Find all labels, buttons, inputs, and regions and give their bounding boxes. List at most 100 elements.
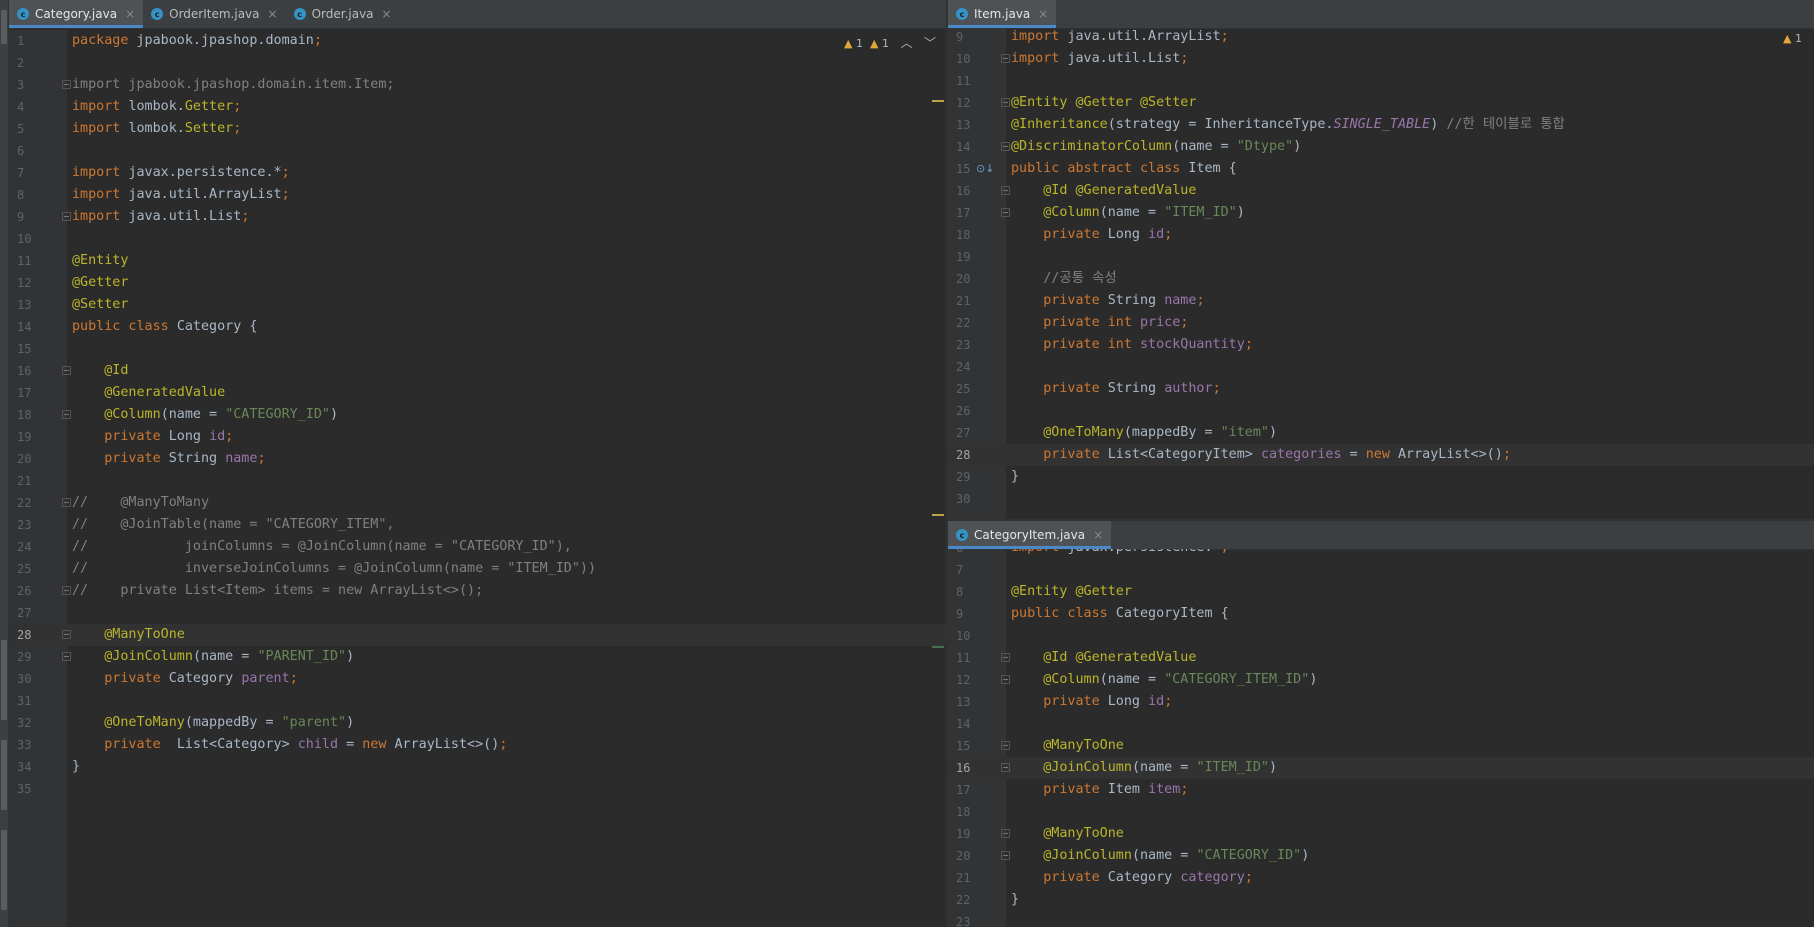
code-editor[interactable]: 1 package jpabook.jpashop.domain; 2 3 import… [9, 30, 946, 927]
code-line[interactable]: 15 @ManyToOne [948, 735, 1814, 757]
code-line[interactable]: 16 @JoinColumn(name = "ITEM_ID") [948, 757, 1814, 779]
code-line[interactable]: 16 @Id [9, 360, 946, 382]
fold-toggle-icon[interactable] [1001, 829, 1010, 838]
code-line[interactable]: 31 [9, 690, 946, 712]
code-line[interactable]: 4 import lombok.Getter; [9, 96, 946, 118]
code-line[interactable]: 25 // inverseJoinColumns = @JoinColumn(na… [9, 558, 946, 580]
code-line[interactable]: 17 @Column(name = "ITEM_ID") [948, 202, 1814, 224]
code-line[interactable]: 26 // private List<Item> items = new Arra… [9, 580, 946, 602]
code-line[interactable]: 26 [948, 400, 1814, 422]
code-line[interactable]: 29} [948, 466, 1814, 488]
error-stripe-warning[interactable] [932, 514, 944, 516]
code-line[interactable]: 15 [9, 338, 946, 360]
editor-tab[interactable]: c OrderItem.java × [143, 0, 285, 28]
code-line[interactable]: 13 @Setter [9, 294, 946, 316]
code-line[interactable]: 14 [948, 713, 1814, 735]
code-line[interactable]: 29 @JoinColumn(name = "PARENT_ID") [9, 646, 946, 668]
code-line[interactable]: 11 @Id @GeneratedValue [948, 647, 1814, 669]
code-line[interactable]: 22} [948, 889, 1814, 911]
fold-toggle-icon[interactable] [1001, 653, 1010, 662]
chevron-down-icon[interactable]: ﹀ [924, 36, 936, 50]
jpa-structure-tool-tab[interactable] [1, 830, 7, 910]
code-line[interactable]: 11 [948, 70, 1814, 92]
code-line[interactable]: 15 public abstract class Item { [948, 158, 1814, 180]
code-editor[interactable]: 9 import java.util.ArrayList; 10 import jav… [948, 28, 1814, 519]
code-line[interactable]: 23 // @JoinTable(name = "CATEGORY_ITEM", [9, 514, 946, 536]
favorites-tool-tab[interactable] [1, 740, 7, 810]
code-line[interactable]: 2 [9, 52, 946, 74]
code-line[interactable]: 6 [9, 140, 946, 162]
code-line[interactable]: 23 [948, 911, 1814, 927]
code-editor[interactable]: 6 import javax.persistence.*; 7 8 @Entity @G… [948, 549, 1814, 927]
code-line[interactable]: 17 @GeneratedValue [9, 382, 946, 404]
overridden-method-icon[interactable]: ⊙↓ [976, 162, 994, 176]
code-line[interactable]: 28 private List<CategoryItem> categories… [948, 444, 1814, 466]
code-line[interactable]: 8 @Entity @Getter [948, 581, 1814, 603]
code-line[interactable]: 19 @ManyToOne [948, 823, 1814, 845]
fold-toggle-icon[interactable] [1001, 763, 1010, 772]
fold-toggle-icon[interactable] [1001, 208, 1010, 217]
fold-toggle-icon[interactable] [1001, 851, 1010, 860]
fold-toggle-icon[interactable] [62, 410, 71, 419]
fold-toggle-icon[interactable] [62, 652, 71, 661]
fold-toggle-icon[interactable] [62, 80, 71, 89]
close-icon[interactable]: × [268, 7, 278, 21]
code-line[interactable]: 9 public class CategoryItem { [948, 603, 1814, 625]
code-line[interactable]: 23 private int stockQuantity; [948, 334, 1814, 356]
code-line[interactable]: 10 [948, 625, 1814, 647]
code-line[interactable]: 13 private Long id; [948, 691, 1814, 713]
fold-toggle-icon[interactable] [1001, 98, 1010, 107]
code-line[interactable]: 27 @OneToMany(mappedBy = "item") [948, 422, 1814, 444]
code-line[interactable]: 22 private int price; [948, 312, 1814, 334]
code-line[interactable]: 14 @DiscriminatorColumn(name = "Dtype") [948, 136, 1814, 158]
code-line[interactable]: 18 @Column(name = "CATEGORY_ID") [9, 404, 946, 426]
project-tool-tab[interactable] [1, 10, 7, 44]
code-line[interactable]: 11 @Entity [9, 250, 946, 272]
code-line[interactable]: 30 private Category parent; [9, 668, 946, 690]
code-line[interactable]: 21 private Category category; [948, 867, 1814, 889]
code-line[interactable]: 17 private Item item; [948, 779, 1814, 801]
fold-toggle-icon[interactable] [1001, 142, 1010, 151]
error-stripe-change[interactable] [932, 646, 944, 648]
chevron-up-icon[interactable]: ︿ [900, 36, 912, 50]
fold-toggle-icon[interactable] [62, 366, 71, 375]
error-stripe-warning[interactable] [932, 100, 944, 102]
code-line[interactable]: 28 @ManyToOne [9, 624, 946, 646]
code-line[interactable]: 9 import java.util.List; [9, 206, 946, 228]
code-line[interactable]: 16 @Id @GeneratedValue [948, 180, 1814, 202]
code-line[interactable]: 19 private Long id; [9, 426, 946, 448]
code-line[interactable]: 25 private String author; [948, 378, 1814, 400]
code-line[interactable]: 34} [9, 756, 946, 778]
code-line[interactable]: 22 // @ManyToMany [9, 492, 946, 514]
code-line[interactable]: 14 public class Category { [9, 316, 946, 338]
code-line[interactable]: 8 import java.util.ArrayList; [9, 184, 946, 206]
editor-tab[interactable]: c Category.java × [9, 0, 144, 28]
code-line[interactable]: 10 [9, 228, 946, 250]
fold-toggle-icon[interactable] [62, 630, 71, 639]
code-line[interactable]: 24 // joinColumns = @JoinColumn(name = "C… [9, 536, 946, 558]
code-line[interactable]: 20 @JoinColumn(name = "CATEGORY_ID") [948, 845, 1814, 867]
code-line[interactable]: 13 @Inheritance(strategy = InheritanceTyp… [948, 114, 1814, 136]
inspection-widget[interactable]: ▲ 1 [1783, 32, 1802, 45]
code-line[interactable]: 19 [948, 246, 1814, 268]
fold-toggle-icon[interactable] [1001, 741, 1010, 750]
code-line[interactable]: 30 [948, 488, 1814, 510]
left-tool-strip[interactable] [0, 0, 9, 927]
code-line[interactable]: 5 import lombok.Setter; [9, 118, 946, 140]
close-icon[interactable]: × [125, 7, 135, 21]
editor-tab[interactable]: c CategoryItem.java × [948, 521, 1112, 549]
close-icon[interactable]: × [1093, 528, 1103, 542]
code-line[interactable]: 18 private Long id; [948, 224, 1814, 246]
code-line[interactable]: 7 import javax.persistence.*; [9, 162, 946, 184]
code-line[interactable]: 33 private List<Category> child = new Ar… [9, 734, 946, 756]
code-line[interactable]: 7 [948, 559, 1814, 581]
code-line[interactable]: 12 @Entity @Getter @Setter [948, 92, 1814, 114]
inspection-widget[interactable]: ▲ 1 ▲ 1 ︿ ﹀ [844, 34, 936, 51]
fold-toggle-icon[interactable] [1001, 54, 1010, 63]
fold-toggle-icon[interactable] [1001, 675, 1010, 684]
fold-toggle-icon[interactable] [62, 586, 71, 595]
code-line[interactable]: 12 @Column(name = "CATEGORY_ITEM_ID") [948, 669, 1814, 691]
code-line[interactable]: 27 [9, 602, 946, 624]
code-line[interactable]: 18 [948, 801, 1814, 823]
code-line[interactable]: 35 [9, 778, 946, 800]
